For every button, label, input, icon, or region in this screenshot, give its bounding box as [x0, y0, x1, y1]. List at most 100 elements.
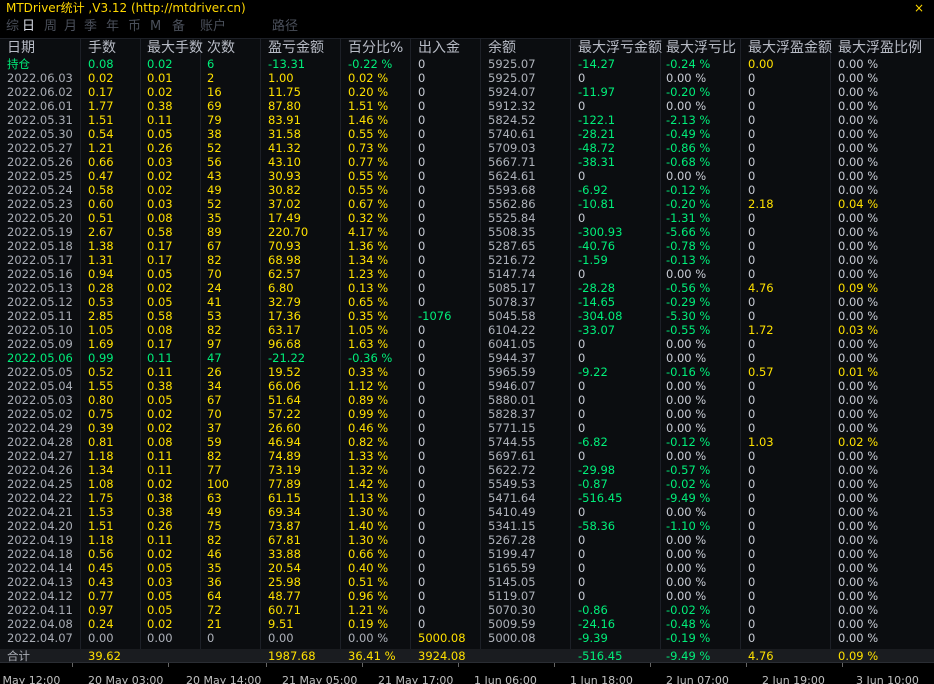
cell-max-lots: 0.38 [147, 99, 173, 113]
table-row[interactable]: 2022.05.23 0.60 0.03 52 37.02 0.67 % 0 5562.86 -… [0, 197, 934, 211]
close-icon[interactable]: × [908, 0, 930, 16]
cell-max-float-loss-pct: -1.10 % [666, 519, 711, 533]
table-row[interactable]: 2022.04.13 0.43 0.03 36 25.98 0.51 % 0 5145.05 0… [0, 575, 934, 589]
cell-max-lots: 0.01 [147, 71, 173, 85]
table-row[interactable]: 2022.04.14 0.45 0.05 35 20.54 0.40 % 0 5165.59 0… [0, 561, 934, 575]
cell-max-lots: 0.08 [147, 323, 173, 337]
table-row[interactable]: 2022.04.07 0.00 0.00 0 0.00 0.00 % 5000.08 5000… [0, 631, 934, 645]
cell-count: 70 [207, 407, 222, 421]
cell-deposit: 5000.08 [418, 631, 466, 645]
cell-max-float-profit-pct: 0.00 % [838, 141, 879, 155]
table-row[interactable]: 2022.04.20 1.51 0.26 75 73.87 1.40 % 0 5341.15 -… [0, 519, 934, 533]
cell-max-float-loss: -1.59 [578, 253, 608, 267]
table-row[interactable]: 2022.04.29 0.39 0.02 37 26.60 0.46 % 0 5771.15 0… [0, 421, 934, 435]
cell-max-float-loss-pct: -0.13 % [666, 253, 711, 267]
table-row[interactable]: 2022.05.11 2.85 0.58 53 17.36 0.35 % -1076 5045… [0, 309, 934, 323]
table-row[interactable]: 2022.05.03 0.80 0.05 67 51.64 0.89 % 0 5880.01 0… [0, 393, 934, 407]
cell-pnl: 1.00 [268, 71, 294, 85]
table-row[interactable]: 2022.05.20 0.51 0.08 35 17.49 0.32 % 0 5525.84 0… [0, 211, 934, 225]
cell-date: 2022.04.27 [7, 449, 73, 463]
column-header-max-float-profit-pct[interactable]: 最大浮盈比例 [838, 39, 922, 57]
table-row[interactable]: 2022.05.06 0.99 0.11 47 -21.22 -0.36 % 0 5944.3… [0, 351, 934, 365]
table-row[interactable]: 2022.05.31 1.51 0.11 79 83.91 1.46 % 0 5824.52 -… [0, 113, 934, 127]
cell-pct: 1.63 % [348, 337, 389, 351]
table-row[interactable]: 2022.04.18 0.56 0.02 46 33.88 0.66 % 0 5199.47 0… [0, 547, 934, 561]
table-row[interactable]: 2022.04.27 1.18 0.11 82 74.89 1.33 % 0 5697.61 0… [0, 449, 934, 463]
table-row[interactable]: 2022.04.22 1.75 0.38 63 61.15 1.13 % 0 5471.64 -… [0, 491, 934, 505]
cell-count: 24 [207, 281, 222, 295]
cell-balance: 5165.59 [488, 561, 536, 575]
table-row[interactable]: 2022.06.01 1.77 0.38 69 87.80 1.51 % 0 5912.32 0… [0, 99, 934, 113]
table-row[interactable]: 2022.04.12 0.77 0.05 64 48.77 0.96 % 0 5119.07 0… [0, 589, 934, 603]
table-row[interactable]: 2022.05.13 0.28 0.02 24 6.80 0.13 % 0 5085.17 -2… [0, 281, 934, 295]
toolbar-tab-10[interactable]: 路径 [272, 19, 298, 35]
column-header-deposit[interactable]: 出入金 [418, 39, 460, 57]
cell-max-float-profit: 4.76 [748, 281, 774, 295]
cell-count: 34 [207, 379, 222, 393]
column-header-max-float-loss[interactable]: 最大浮亏金额 [578, 39, 662, 57]
table-row[interactable]: 2022.06.02 0.17 0.02 16 11.75 0.20 % 0 5924.07 -… [0, 85, 934, 99]
table-row[interactable]: 2022.05.09 1.69 0.17 97 96.68 1.63 % 0 6041.05 0… [0, 337, 934, 351]
column-header-date[interactable]: 日期 [7, 39, 35, 57]
axis-tick [362, 663, 363, 667]
table-row[interactable]: 2022.05.05 0.52 0.11 26 19.52 0.33 % 0 5965.59 -… [0, 365, 934, 379]
toolbar-tab-0[interactable]: 综 [6, 19, 19, 35]
toolbar-tab-9[interactable]: 账户 [200, 19, 226, 35]
column-header-balance[interactable]: 余额 [488, 39, 516, 57]
toolbar-tab-5[interactable]: 年 [106, 19, 119, 35]
table-row[interactable]: 2022.05.04 1.55 0.38 34 66.06 1.12 % 0 5946.07 0… [0, 379, 934, 393]
cell-pnl: 61.15 [268, 491, 301, 505]
table-row[interactable]: 2022.04.26 1.34 0.11 77 73.19 1.32 % 0 5622.72 -… [0, 463, 934, 477]
cell-count: 53 [207, 309, 222, 323]
toolbar-tab-2[interactable]: 周 [44, 19, 57, 35]
table-row[interactable]: 2022.05.27 1.21 0.26 52 41.32 0.73 % 0 5709.03 -… [0, 141, 934, 155]
table-row[interactable]: 2022.05.24 0.58 0.02 49 30.82 0.55 % 0 5593.68 -… [0, 183, 934, 197]
cell-max-float-loss-pct: 0.00 % [666, 589, 707, 603]
table-row[interactable]: 2022.04.21 1.53 0.38 49 69.34 1.30 % 0 5410.49 0… [0, 505, 934, 519]
table-row[interactable]: 2022.06.03 0.02 0.01 2 1.00 0.02 % 0 5925.07 0 0.… [0, 71, 934, 85]
column-header-count[interactable]: 次数 [207, 39, 235, 57]
table-row[interactable]: 2022.05.30 0.54 0.05 38 31.58 0.55 % 0 5740.61 -… [0, 127, 934, 141]
toolbar-tab-1[interactable]: 日 [22, 19, 35, 35]
toolbar-tab-7[interactable]: M [150, 19, 161, 35]
table-row[interactable]: 2022.04.19 1.18 0.11 82 67.81 1.30 % 0 5267.28 0… [0, 533, 934, 547]
cell-max-float-loss-pct: -0.12 % [666, 183, 711, 197]
cell-date: 2022.05.19 [7, 225, 73, 239]
cell-max-float-profit: 0 [748, 155, 756, 169]
cell-max-float-profit: 0 [748, 617, 756, 631]
column-header-max-lots[interactable]: 最大手数 [147, 39, 203, 57]
table-row[interactable]: 2022.05.18 1.38 0.17 67 70.93 1.36 % 0 5287.65 -… [0, 239, 934, 253]
column-header-pct[interactable]: 百分比% [348, 39, 403, 57]
cell-max-float-loss: -122.1 [578, 113, 616, 127]
table-row[interactable]: 2022.05.10 1.05 0.08 82 63.17 1.05 % 0 6104.22 -… [0, 323, 934, 337]
table-row[interactable]: 2022.05.19 2.67 0.58 89 220.70 4.17 % 0 5508.35… [0, 225, 934, 239]
table-row[interactable]: 2022.04.28 0.81 0.08 59 46.94 0.82 % 0 5744.55 -… [0, 435, 934, 449]
cell-lots: 2.67 [88, 225, 114, 239]
table-row[interactable]: 2022.05.02 0.75 0.02 70 57.22 0.99 % 0 5828.37 0… [0, 407, 934, 421]
column-header-lots[interactable]: 手数 [88, 39, 116, 57]
column-header-max-float-profit[interactable]: 最大浮盈金额 [748, 39, 832, 57]
cell-max-float-loss: 0 [578, 547, 586, 561]
cell-balance: 5525.84 [488, 211, 536, 225]
table-row[interactable]: 2022.05.12 0.53 0.05 41 32.79 0.65 % 0 5078.37 -… [0, 295, 934, 309]
cell-date: 2022.05.31 [7, 113, 73, 127]
table-row[interactable]: 2022.05.16 0.94 0.05 70 62.57 1.23 % 0 5147.74 0… [0, 267, 934, 281]
column-header-max-float-loss-pct[interactable]: 最大浮亏比 [666, 39, 736, 57]
cell-max-float-profit-pct: 0.00 % [838, 71, 879, 85]
table-row[interactable]: 2022.04.11 0.97 0.05 72 60.71 1.21 % 0 5070.30 -… [0, 603, 934, 617]
table-row[interactable]: 2022.04.08 0.24 0.02 21 9.51 0.19 % 0 5009.59 -2… [0, 617, 934, 631]
toolbar-tab-3[interactable]: 月 [64, 19, 77, 35]
cell-balance: 5912.32 [488, 99, 536, 113]
table-row[interactable]: 2022.05.25 0.47 0.02 43 30.93 0.55 % 0 5624.61 0… [0, 169, 934, 183]
toolbar-tab-8[interactable]: 备 [172, 19, 185, 35]
cell-lots: 0.77 [88, 589, 114, 603]
cell-pct: 0.32 % [348, 211, 389, 225]
toolbar-tab-4[interactable]: 季 [84, 19, 97, 35]
table-row[interactable]: 持仓 0.08 0.02 6 -13.31 -0.22 % 0 5925.07 -14.27 -0… [0, 57, 934, 71]
table-row[interactable]: 2022.04.25 1.08 0.02 100 77.89 1.42 % 0 5549.53… [0, 477, 934, 491]
column-header-pnl[interactable]: 盈亏金额 [268, 39, 324, 57]
table-row[interactable]: 2022.05.17 1.31 0.17 82 68.98 1.34 % 0 5216.72 -… [0, 253, 934, 267]
cell-pnl: 67.81 [268, 533, 301, 547]
table-row[interactable]: 2022.05.26 0.66 0.03 56 43.10 0.77 % 0 5667.71 -… [0, 155, 934, 169]
toolbar-tab-6[interactable]: 币 [128, 19, 141, 35]
